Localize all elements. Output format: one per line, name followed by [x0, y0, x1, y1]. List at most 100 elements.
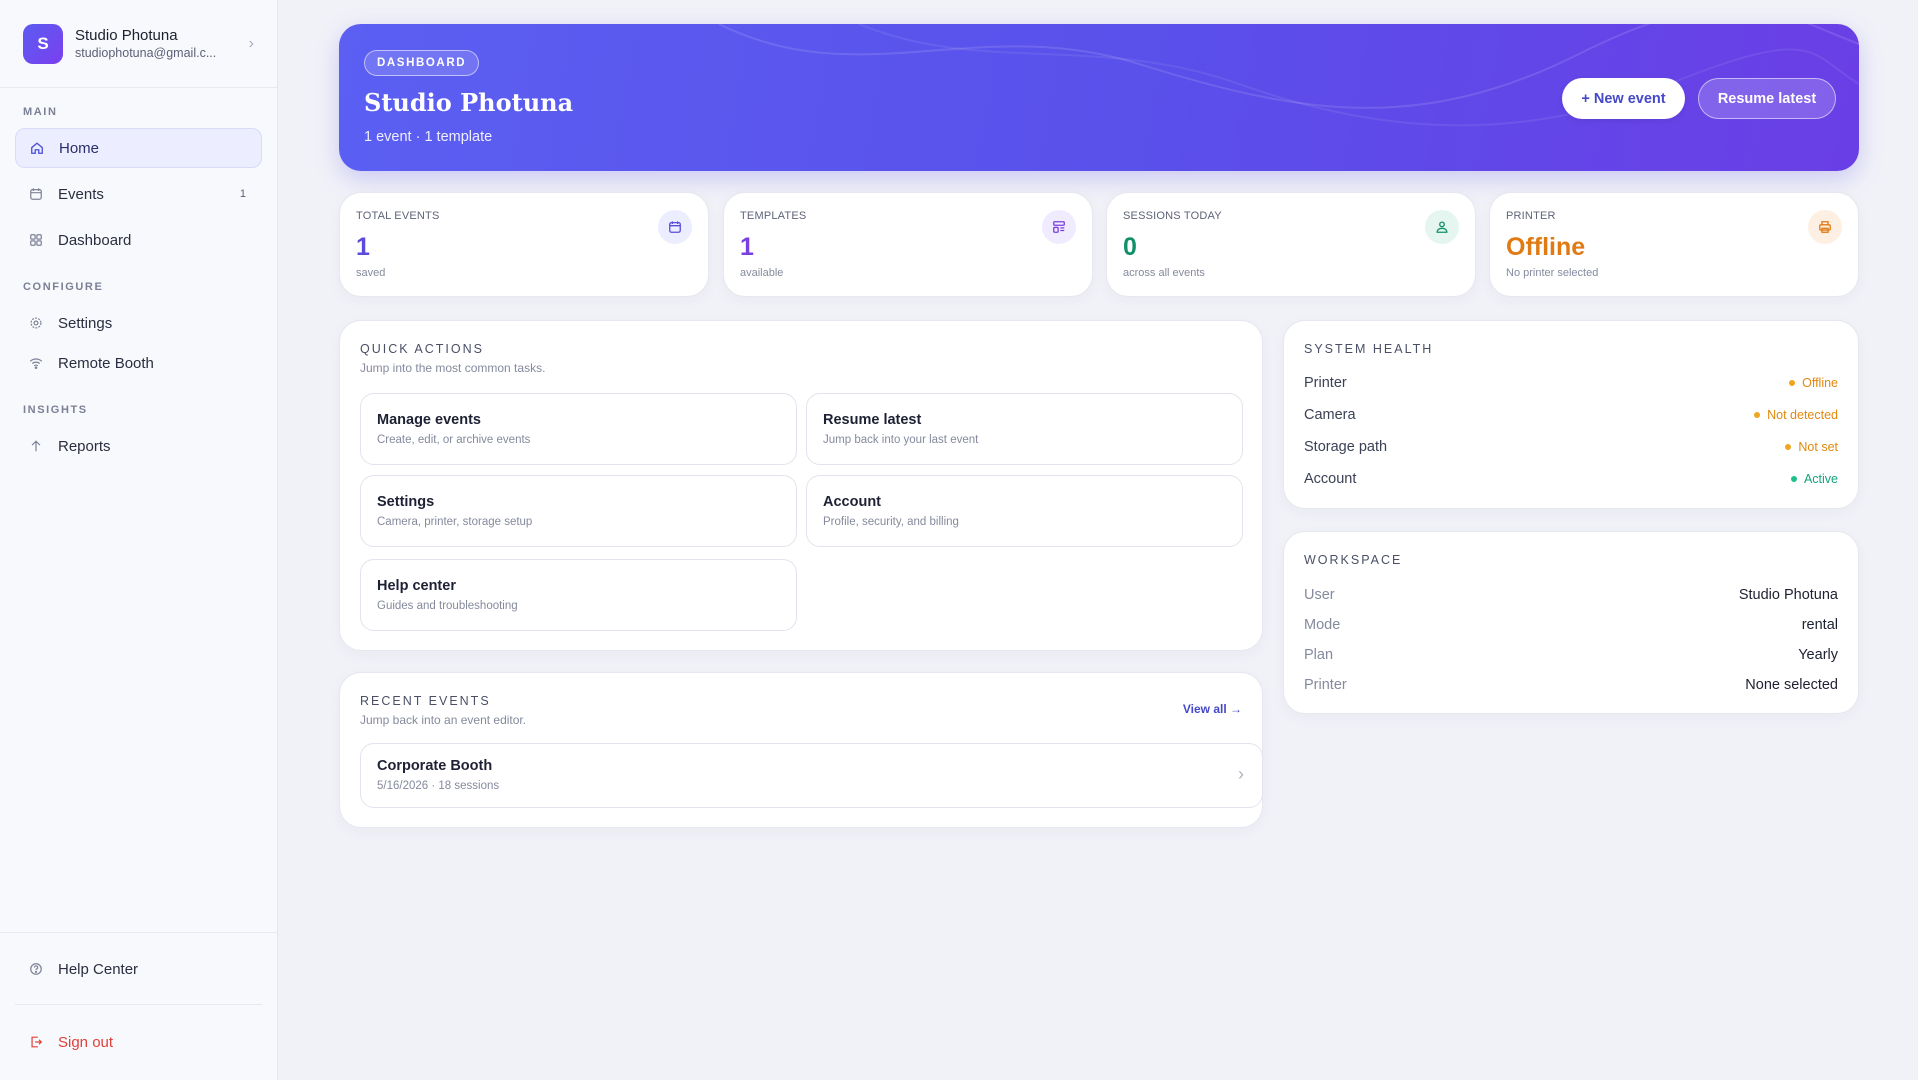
sidebar: S Studio Photuna studiophotuna@gmail.c..…: [0, 0, 278, 1080]
page-title: Studio Photuna: [364, 88, 574, 117]
quick-action-title: Help center: [377, 578, 456, 594]
status-text: Active: [1803, 472, 1838, 486]
status-text: Not set: [1798, 440, 1838, 454]
status-badge: Not detected: [1754, 408, 1838, 422]
event-meta: 5/16/2026 · 18 sessions: [377, 780, 500, 792]
quick-action-settings[interactable]: Settings Camera, printer, storage setup: [360, 475, 797, 547]
stat-card-sessions-today: SESSIONS TODAY 0 across all events: [1106, 192, 1476, 297]
sidebar-item-settings[interactable]: Settings: [15, 303, 262, 343]
stat-label: PRINTER: [1506, 210, 1556, 222]
resume-latest-button[interactable]: Resume latest: [1698, 78, 1836, 119]
sidebar-item-reports[interactable]: Reports: [15, 426, 262, 466]
workspace-key: User: [1304, 587, 1335, 603]
sidebar-item-help-center[interactable]: Help Center: [15, 949, 262, 989]
sidebar-item-label: Events: [58, 185, 104, 203]
status-badge: Active: [1790, 472, 1838, 486]
stat-value: 0: [1123, 233, 1137, 261]
stat-label: TEMPLATES: [740, 210, 807, 222]
sidebar-item-label: Dashboard: [58, 231, 132, 249]
section-title: QUICK ACTIONS: [360, 342, 484, 356]
status-badge: Not set: [1785, 440, 1838, 454]
sidebar-item-home[interactable]: Home: [15, 128, 262, 168]
quick-action-resume-latest[interactable]: Resume latest Jump back into your last e…: [806, 393, 1243, 465]
nav-section-configure: CONFIGURE: [23, 281, 104, 293]
workspace-key: Plan: [1304, 647, 1334, 663]
quick-action-title: Manage events: [377, 412, 481, 428]
health-key: Printer: [1304, 375, 1347, 391]
sidebar-item-events[interactable]: Events 1: [15, 174, 262, 214]
status-dot: [1789, 380, 1796, 386]
quick-action-title: Settings: [377, 494, 435, 510]
quick-action-help-center[interactable]: Help center Guides and troubleshooting: [360, 559, 797, 631]
quick-action-subtitle: Camera, printer, storage setup: [377, 516, 533, 528]
sidebar-divider: [15, 1004, 262, 1005]
hero-banner: DASHBOARD Studio Photuna 1 event · 1 tem…: [339, 24, 1859, 171]
profile-switcher[interactable]: S Studio Photuna studiophotuna@gmail.c..…: [0, 0, 277, 88]
wifi-icon: [28, 355, 44, 371]
workspace-row-plan: Plan Yearly: [1304, 645, 1838, 665]
grid-icon: [28, 232, 44, 248]
new-event-button[interactable]: + New event: [1562, 78, 1685, 119]
workspace-card: WORKSPACE User Studio Photuna Mode renta…: [1283, 531, 1859, 714]
logout-icon: [28, 1034, 44, 1050]
sign-out-button[interactable]: Sign out: [15, 1022, 262, 1062]
events-count-badge: 1: [239, 188, 246, 200]
avatar: S: [23, 23, 63, 64]
quick-action-manage-events[interactable]: Manage events Create, edit, or archive e…: [360, 393, 797, 465]
hero-subtitle: 1 event · 1 template: [364, 129, 493, 145]
sidebar-item-dashboard[interactable]: Dashboard: [15, 220, 262, 260]
stat-sub: saved: [356, 267, 386, 279]
health-key: Account: [1304, 471, 1357, 487]
hero-tag: DASHBOARD: [364, 50, 480, 76]
workspace-value: Yearly: [1798, 647, 1838, 663]
workspace-row-mode: Mode rental: [1304, 615, 1838, 635]
workspace-value: Studio Photuna: [1738, 587, 1838, 603]
workspace-row-printer: Printer None selected: [1304, 675, 1838, 695]
calendar-icon: [28, 186, 44, 202]
stat-label: TOTAL EVENTS: [356, 210, 440, 222]
arrow-up-icon: [28, 438, 44, 454]
section-title: SYSTEM HEALTH: [1304, 342, 1434, 356]
sidebar-divider: [0, 932, 277, 933]
quick-action-subtitle: Jump back into your last event: [823, 434, 979, 446]
workspace-key: Mode: [1304, 617, 1341, 633]
stat-sub: available: [740, 267, 784, 279]
template-icon: [1042, 210, 1076, 244]
sidebar-item-label: Remote Booth: [58, 354, 154, 372]
quick-action-title: Resume latest: [823, 412, 922, 428]
stat-card-printer: PRINTER Offline No printer selected: [1489, 192, 1859, 297]
sidebar-item-label: Settings: [58, 314, 113, 332]
health-row-camera: Camera Not detected: [1304, 405, 1838, 425]
status-badge: Offline: [1789, 376, 1838, 390]
section-subtitle: Jump into the most common tasks.: [360, 361, 546, 375]
sidebar-item-remote-booth[interactable]: Remote Booth: [15, 343, 262, 383]
health-row-printer: Printer Offline: [1304, 373, 1838, 393]
health-row-account: Account Active: [1304, 469, 1838, 489]
view-all-link[interactable]: View all →: [1183, 702, 1242, 716]
stat-value: 1: [356, 233, 370, 261]
status-dot: [1785, 444, 1792, 450]
stat-value: 1: [740, 233, 754, 261]
stat-sub: No printer selected: [1506, 267, 1599, 279]
sign-out-label: Sign out: [58, 1033, 114, 1051]
stat-value: Offline: [1506, 233, 1586, 261]
chevron-right-icon: ›: [1238, 764, 1244, 784]
workspace-value: None selected: [1745, 677, 1838, 693]
calendar-icon: [658, 210, 692, 244]
help-circle-icon: [28, 961, 44, 977]
workspace-key: Printer: [1304, 677, 1347, 693]
quick-action-title: Account: [823, 494, 881, 510]
health-key: Storage path: [1304, 439, 1388, 455]
health-key: Camera: [1304, 407, 1356, 423]
quick-action-subtitle: Create, edit, or archive events: [377, 434, 531, 446]
list-item[interactable]: Corporate Booth 5/16/2026 · 18 sessions …: [360, 743, 1263, 808]
status-text: Not detected: [1767, 408, 1838, 422]
stat-label: SESSIONS TODAY: [1123, 210, 1222, 222]
health-row-storage-path: Storage path Not set: [1304, 437, 1838, 457]
sidebar-item-label: Reports: [58, 437, 111, 455]
nav-section-insights: INSIGHTS: [23, 404, 88, 416]
quick-action-account[interactable]: Account Profile, security, and billing: [806, 475, 1243, 547]
workspace-row-user: User Studio Photuna: [1304, 585, 1838, 605]
chevron-right-icon: ›: [248, 34, 254, 52]
stat-card-total-events: TOTAL EVENTS 1 saved: [339, 192, 709, 297]
